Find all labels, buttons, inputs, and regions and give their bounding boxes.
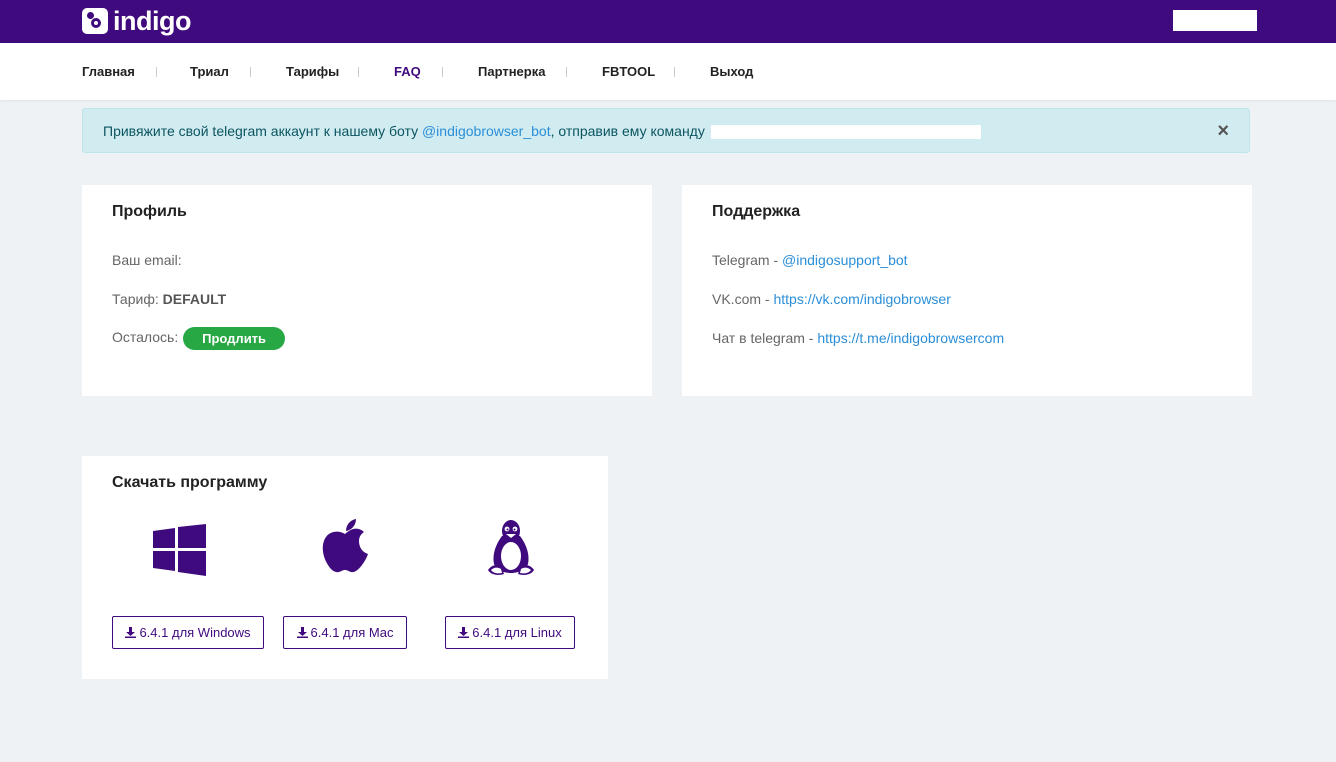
logo-text: indigo: [113, 6, 191, 36]
apple-icon: [322, 519, 368, 573]
nav-item-logout[interactable]: Выход: [710, 43, 753, 100]
alert-bot-link[interactable]: @indigobrowser_bot: [422, 123, 551, 139]
nav-separator: [674, 67, 675, 77]
download-windows-button[interactable]: 6.4.1 для Windows: [112, 616, 264, 649]
download-mac-label: 6.4.1 для Mac: [310, 625, 394, 640]
support-chat-link[interactable]: https://t.me/indigobrowsercom: [817, 330, 1004, 346]
support-vk-link[interactable]: https://vk.com/indigobrowser: [773, 291, 950, 307]
tariff-value: DEFAULT: [162, 291, 227, 307]
support-chat-label: Чат в telegram -: [712, 330, 818, 346]
nav-item-partners[interactable]: Партнерка: [478, 43, 545, 100]
tariff-row: Тариф: DEFAULT: [112, 291, 226, 307]
telegram-alert: Привяжите свой telegram аккаунт к нашему…: [82, 108, 1250, 153]
download-windows-label: 6.4.1 для Windows: [139, 625, 251, 640]
alert-text-after: , отправив ему команду: [550, 123, 709, 139]
remaining-label: Осталось:: [112, 329, 183, 346]
nav-item-trial[interactable]: Триал: [190, 43, 229, 100]
nav-item-fbtool[interactable]: FBTOOL: [602, 43, 655, 100]
support-telegram-link[interactable]: @indigosupport_bot: [782, 252, 908, 268]
nav-item-home[interactable]: Главная: [82, 43, 135, 100]
nav-separator: [156, 67, 157, 77]
windows-icon: [153, 524, 206, 576]
support-card: Поддержка Telegram - @indigosupport_bot …: [682, 185, 1252, 396]
nav-item-faq[interactable]: FAQ: [394, 43, 421, 100]
support-chat-row: Чат в telegram - https://t.me/indigobrow…: [712, 330, 1004, 346]
download-linux-button[interactable]: 6.4.1 для Linux: [445, 616, 575, 649]
alert-text-before: Привяжите свой telegram аккаунт к нашему…: [103, 123, 422, 139]
email-label: Ваш email:: [112, 252, 182, 268]
support-telegram-row: Telegram - @indigosupport_bot: [712, 252, 908, 268]
download-icon: [458, 627, 470, 638]
support-vk-row: VK.com - https://vk.com/indigobrowser: [712, 291, 951, 307]
alert-command-redacted: [710, 125, 981, 140]
download-icon: [296, 627, 308, 638]
linux-tux-icon: [488, 520, 534, 575]
download-mac-button[interactable]: 6.4.1 для Mac: [283, 616, 407, 649]
extend-button[interactable]: Продлить: [183, 327, 286, 350]
nav-separator: [358, 67, 359, 77]
close-icon[interactable]: ×: [1217, 121, 1229, 141]
remaining-row: Осталось: Продлить: [112, 327, 286, 350]
download-linux-label: 6.4.1 для Linux: [472, 625, 562, 640]
profile-card: Профиль Ваш email: Тариф: DEFAULT Остало…: [82, 185, 652, 396]
nav-separator: [566, 67, 567, 77]
logo[interactable]: indigo: [82, 6, 191, 36]
logo-mark-icon: [82, 8, 108, 34]
profile-title: Профиль: [112, 203, 187, 220]
support-vk-label: VK.com -: [712, 291, 774, 307]
alert-message: Привяжите свой telegram аккаунт к нашему…: [103, 109, 981, 154]
support-telegram-label: Telegram -: [712, 252, 783, 268]
nav-item-tariffs[interactable]: Тарифы: [286, 43, 339, 100]
nav-separator: [442, 67, 443, 77]
top-bar: indigo: [0, 0, 1336, 43]
download-icon: [125, 627, 137, 638]
email-row: Ваш email:: [112, 252, 182, 268]
download-card: Скачать программу 6.4.1 для Windows 6.4.…: [82, 456, 608, 679]
download-title: Скачать программу: [112, 474, 268, 491]
support-title: Поддержка: [712, 203, 801, 220]
nav-separator: [250, 67, 251, 77]
tariff-label: Тариф:: [112, 291, 163, 307]
main-nav: Главная Триал Тарифы FAQ Партнерка FBTOO…: [0, 43, 1336, 100]
user-account-box[interactable]: [1173, 10, 1257, 31]
